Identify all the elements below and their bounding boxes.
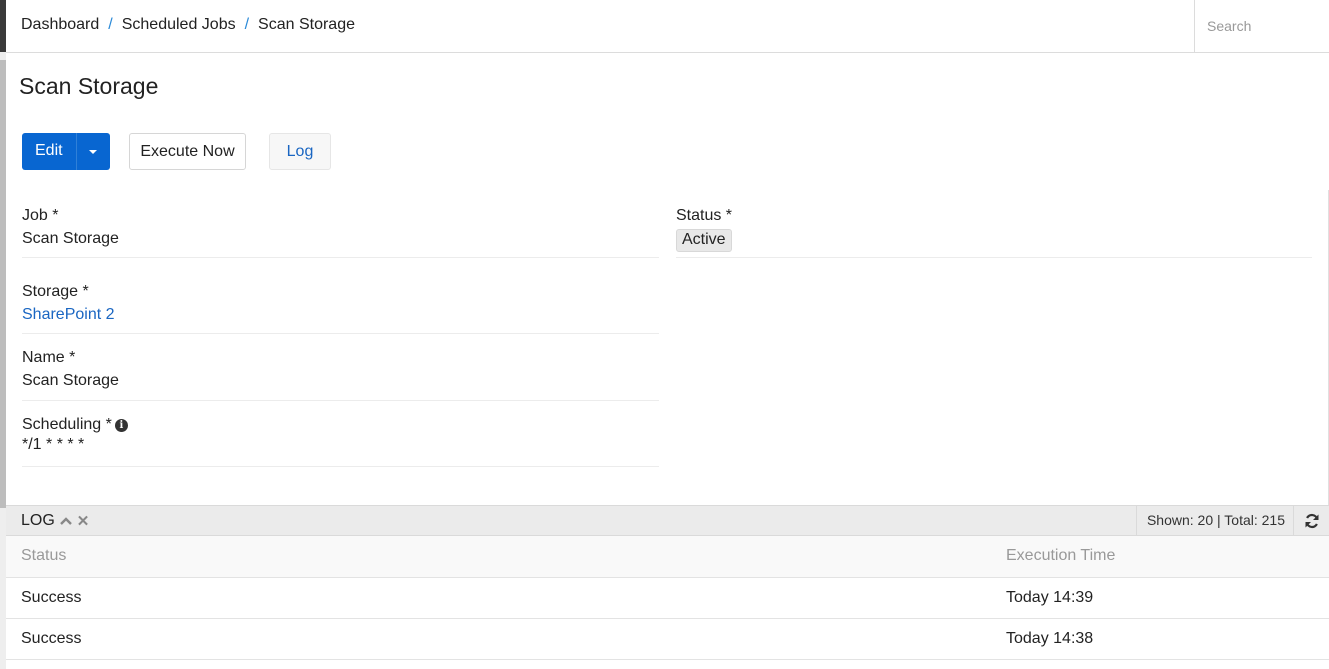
- search-box: [1194, 0, 1329, 52]
- breadcrumb-separator: /: [244, 16, 250, 33]
- cell-status: Success: [6, 618, 1006, 660]
- info-circle-icon[interactable]: i: [114, 419, 128, 432]
- field-scheduling: Scheduling * i */1 * * * *: [22, 416, 659, 467]
- top-bar: Dashboard / Scheduled Jobs / Scan Storag…: [6, 0, 1329, 53]
- field-label: Scheduling * i: [22, 416, 659, 434]
- edit-dropdown-toggle[interactable]: [77, 133, 110, 170]
- breadcrumb-current: Scan Storage: [258, 16, 355, 33]
- refresh-button[interactable]: [1294, 506, 1329, 535]
- cell-status: Success: [6, 577, 1006, 619]
- refresh-icon: [1305, 513, 1318, 528]
- cell-execution-time: Today 14:38: [1006, 618, 1329, 660]
- table-header-row: Status Execution Time: [6, 536, 1329, 578]
- field-label: Job *: [22, 207, 59, 224]
- breadcrumb-scheduled-jobs[interactable]: Scheduled Jobs: [122, 16, 236, 34]
- field-value: */1 * * * *: [22, 436, 85, 453]
- edit-button[interactable]: Edit: [22, 133, 77, 170]
- field-value: Scan Storage: [22, 230, 119, 247]
- log-header: LOG ✕ Shown: 20 | Total: 215: [6, 505, 1329, 536]
- field-status: Status * Active: [676, 207, 1312, 258]
- caret-down-icon: [89, 149, 98, 154]
- page-title: Scan Storage: [19, 73, 159, 99]
- log-title-text: LOG: [21, 512, 55, 529]
- execute-now-button[interactable]: Execute Now: [129, 133, 246, 170]
- table-row[interactable]: Success Today 14:39: [6, 577, 1329, 619]
- field-label: Name *: [22, 349, 76, 366]
- log-count: Shown: 20 | Total: 215: [1135, 506, 1294, 535]
- log-panel: LOG ✕ Shown: 20 | Total: 215 Status Exec…: [6, 505, 1329, 669]
- column-header-status[interactable]: Status: [6, 536, 1006, 578]
- field-storage: Storage * SharePoint 2: [22, 283, 659, 334]
- status-badge: Active: [676, 229, 732, 252]
- field-name: Name * Scan Storage: [22, 349, 659, 401]
- field-job: Job * Scan Storage: [22, 207, 659, 258]
- chevron-up-icon[interactable]: [59, 514, 73, 528]
- close-icon[interactable]: ✕: [77, 512, 90, 530]
- storage-link[interactable]: SharePoint 2: [22, 306, 659, 324]
- column-header-execution-time[interactable]: Execution Time: [1006, 536, 1329, 578]
- field-label-text: Scheduling *: [22, 416, 112, 433]
- cell-execution-time: Today 14:39: [1006, 577, 1329, 619]
- search-input[interactable]: [1195, 0, 1329, 52]
- edit-button-group: Edit: [22, 133, 110, 170]
- breadcrumb-dashboard[interactable]: Dashboard: [21, 16, 99, 34]
- field-value: Scan Storage: [22, 372, 119, 389]
- log-table: Status Execution Time Success Today 14:3…: [6, 536, 1329, 660]
- breadcrumb: Dashboard / Scheduled Jobs / Scan Storag…: [21, 16, 355, 34]
- table-row[interactable]: Success Today 14:38: [6, 618, 1329, 660]
- field-label: Storage *: [22, 283, 89, 300]
- log-button[interactable]: Log: [269, 133, 331, 170]
- scrollbar-thumb[interactable]: [0, 60, 6, 508]
- breadcrumb-separator: /: [108, 16, 113, 33]
- field-label: Status *: [676, 207, 733, 224]
- log-title: LOG ✕: [21, 512, 89, 530]
